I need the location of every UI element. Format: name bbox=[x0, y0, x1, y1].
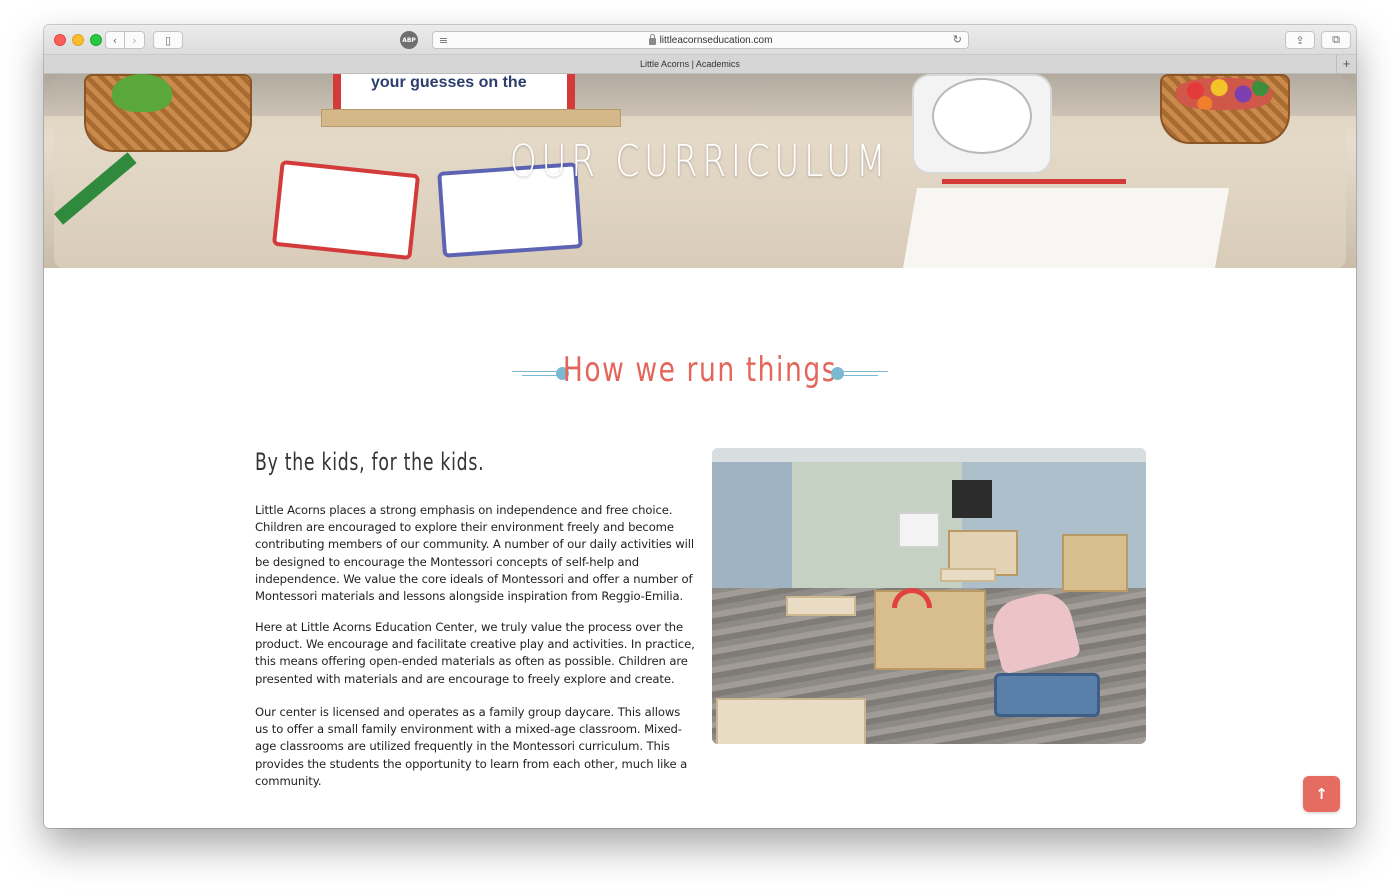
leaves-image bbox=[112, 74, 172, 112]
photo-wall-board bbox=[898, 512, 940, 548]
chevron-right-icon: › bbox=[132, 33, 137, 47]
new-tab-button[interactable]: + bbox=[1336, 55, 1356, 74]
paragraph-independence: Little Acorns places a strong emphasis o… bbox=[255, 503, 695, 604]
easel-stand-image bbox=[321, 109, 621, 127]
hero-banner: your guesses on the OUR CURRICULUM bbox=[44, 74, 1356, 268]
photo-table bbox=[940, 568, 996, 582]
forward-button[interactable]: › bbox=[125, 31, 145, 49]
ornament-line bbox=[841, 371, 888, 372]
zoom-window-button[interactable] bbox=[90, 34, 102, 46]
easel-board-text: your guesses on the bbox=[371, 74, 527, 91]
photo-shelf-back bbox=[1062, 534, 1128, 592]
chevron-left-icon: ‹ bbox=[112, 33, 118, 47]
hero-title: OUR CURRICULUM bbox=[509, 136, 891, 187]
paper-sheet-image bbox=[902, 188, 1230, 268]
photo-wall-window bbox=[952, 480, 992, 518]
easel-board-image: your guesses on the bbox=[333, 74, 575, 112]
minimize-window-button[interactable] bbox=[72, 34, 84, 46]
ornament-dot bbox=[831, 367, 844, 380]
lock-icon bbox=[648, 33, 656, 45]
web-page: your guesses on the OUR CURRICULUM How w… bbox=[44, 74, 1356, 828]
sidebar-toggle-button[interactable]: ▯ bbox=[153, 31, 183, 49]
browser-window: ‹ › ▯ ABP ≡ littleacornseducation.com ↻ … bbox=[44, 25, 1356, 828]
reader-lines-icon: ≡ bbox=[438, 33, 449, 47]
photo-table bbox=[786, 596, 856, 616]
classroom-photo bbox=[712, 448, 1146, 744]
paragraph-family-daycare: Our center is licensed and operates as a… bbox=[255, 705, 688, 788]
back-to-top-button[interactable]: ↑ bbox=[1303, 776, 1340, 812]
tabs-icon: ⧉ bbox=[1332, 33, 1340, 46]
share-button[interactable]: ⇪ bbox=[1285, 31, 1315, 49]
photo-ceiling bbox=[712, 448, 1146, 462]
sidebar-icon: ▯ bbox=[164, 33, 172, 47]
adblock-icon: ABP bbox=[400, 31, 418, 49]
photo-blue-bench bbox=[994, 673, 1100, 717]
paragraph-process: Here at Little Acorns Education Center, … bbox=[255, 620, 695, 686]
arrow-up-icon: ↑ bbox=[1315, 785, 1328, 803]
heading-ornament-right bbox=[831, 367, 891, 380]
adblock-extension-button[interactable]: ABP bbox=[397, 31, 421, 49]
address-bar[interactable]: littleacornseducation.com ↻ bbox=[453, 31, 969, 49]
back-button[interactable]: ‹ bbox=[105, 31, 125, 49]
tab-overview-button[interactable]: ⧉ bbox=[1321, 31, 1351, 49]
close-window-button[interactable] bbox=[54, 34, 66, 46]
reload-icon[interactable]: ↻ bbox=[953, 33, 962, 46]
ornament-line bbox=[841, 375, 878, 376]
section-heading: How we run things bbox=[44, 344, 1356, 400]
photo-crate bbox=[716, 698, 866, 744]
browser-toolbar: ‹ › ▯ ABP ≡ littleacornseducation.com ↻ … bbox=[44, 25, 1356, 55]
tab-bar: Little Acorns | Academics + bbox=[44, 55, 1356, 74]
tab-active-title[interactable]: Little Acorns | Academics bbox=[44, 59, 1336, 69]
reader-view-button[interactable]: ≡ bbox=[432, 31, 454, 49]
colorful-beads-image bbox=[1176, 78, 1272, 110]
section-title: How we run things bbox=[562, 350, 838, 390]
share-icon: ⇪ bbox=[1295, 33, 1305, 47]
url-text: littleacornseducation.com bbox=[659, 34, 773, 46]
content-subheading: By the kids, for the kids. bbox=[255, 448, 485, 476]
